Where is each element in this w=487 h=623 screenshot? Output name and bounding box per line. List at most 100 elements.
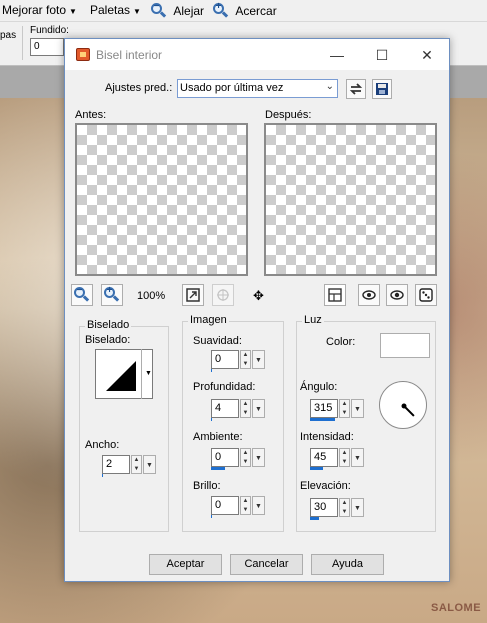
angle-level-bar <box>310 418 335 421</box>
shine-level-bar <box>211 515 212 518</box>
angle-field[interactable]: 315 <box>310 399 338 418</box>
arrows-icon <box>349 83 363 95</box>
shine-label: Brillo: <box>193 480 221 492</box>
zoom-in-icon: + <box>213 1 229 18</box>
fundido-label: Fundido: <box>30 25 69 36</box>
image-watermark: SALOME <box>431 602 482 614</box>
elevation-slider-toggle[interactable]: ▼ <box>351 498 364 517</box>
move-icon[interactable]: ✥ <box>253 288 264 304</box>
before-preview[interactable] <box>75 123 248 276</box>
angle-spin-buttons[interactable]: ▲ ▼ <box>339 399 350 418</box>
angle-slider-toggle[interactable]: ▼ <box>351 399 364 418</box>
menu-paletas[interactable]: Paletas ▼ <box>90 3 141 17</box>
save-preset-button[interactable] <box>372 79 392 99</box>
bevel-dropdown-arrow[interactable]: ▼ <box>141 349 155 399</box>
elevation-level-bar <box>310 517 319 520</box>
smoothness-label: Suavidad: <box>193 335 242 347</box>
smoothness-spin-buttons[interactable]: ▲ ▼ <box>240 350 251 369</box>
fit-preview-button[interactable] <box>182 284 204 306</box>
dialog-titlebar[interactable]: Bisel interior — ☐ ✕ <box>65 39 449 70</box>
menu-mejorar-foto[interactable]: Mejorar foto ▼ <box>2 3 77 17</box>
depth-slider-toggle[interactable]: ▼ <box>252 399 265 418</box>
menu-alejar-label: Alejar <box>173 4 205 18</box>
intensity-slider-toggle[interactable]: ▼ <box>351 448 364 467</box>
close-button[interactable]: ✕ <box>417 45 437 65</box>
cancel-button[interactable]: Cancelar <box>230 554 303 575</box>
app-icon <box>76 48 90 61</box>
save-icon <box>376 83 388 95</box>
fundido-value: 0 <box>34 41 40 52</box>
menu-acercar[interactable]: + Acercar <box>213 1 277 18</box>
after-label: Después: <box>265 109 312 121</box>
menu-alejar[interactable]: − Alejar <box>151 1 205 18</box>
preview-toggle-button[interactable] <box>324 284 346 306</box>
menu-acercar-label: Acercar <box>235 4 277 18</box>
zoom-out-icon: − <box>74 285 90 302</box>
before-label: Antes: <box>75 109 107 121</box>
intensity-field[interactable]: 45 <box>310 448 338 467</box>
zoom-out-button[interactable]: − <box>71 284 93 306</box>
ok-button[interactable]: Aceptar <box>149 554 222 575</box>
crosshair-circle-icon <box>217 289 229 301</box>
depth-spin-buttons[interactable]: ▲ ▼ <box>240 399 251 418</box>
ambient-label: Ambiente: <box>193 431 243 443</box>
angle-dial[interactable] <box>379 381 427 429</box>
angle-label: Ángulo: <box>300 381 338 393</box>
toolbar-partial-label: pas <box>0 30 17 41</box>
shine-slider-toggle[interactable]: ▼ <box>252 496 265 515</box>
width-field[interactable]: 2 <box>102 455 130 474</box>
menu-bar: Mejorar foto ▼ Paletas ▼ − Alejar + Acerca… <box>0 0 487 22</box>
intensity-label: Intensidad: <box>300 431 354 443</box>
depth-field[interactable]: 4 <box>211 399 239 418</box>
smoothness-level-bar <box>211 369 212 372</box>
help-button[interactable]: Ayuda <box>311 554 384 575</box>
image-group-title: Imagen <box>188 314 229 326</box>
elevation-spin-buttons[interactable]: ▲ ▼ <box>339 498 350 517</box>
zoom-level: 100% <box>137 290 166 302</box>
menu-paletas-label: Paletas <box>90 3 131 17</box>
menu-mejorar-foto-label: Mejorar foto <box>2 3 67 17</box>
chevron-down-icon: ⌄ <box>325 81 334 92</box>
randomize-button[interactable] <box>415 284 437 306</box>
caret-down-icon: ▼ <box>69 7 77 16</box>
depth-level-bar <box>211 418 212 421</box>
width-level-bar <box>102 474 103 477</box>
zoom-in-icon: + <box>104 285 120 302</box>
layout-icon <box>328 288 342 302</box>
after-preview <box>264 123 437 276</box>
minimize-button[interactable]: — <box>327 45 347 65</box>
preview-on-image-button[interactable] <box>358 284 380 306</box>
presets-value: Usado por última vez <box>180 82 284 94</box>
ambient-spin-buttons[interactable]: ▲ ▼ <box>240 448 251 467</box>
elevation-field[interactable]: 30 <box>310 498 338 517</box>
fundido-input[interactable]: 0 <box>30 38 64 56</box>
width-slider-toggle[interactable]: ▼ <box>143 455 156 474</box>
intensity-spin-buttons[interactable]: ▲ ▼ <box>339 448 350 467</box>
elevation-label: Elevación: <box>300 480 351 492</box>
smoothness-slider-toggle[interactable]: ▼ <box>252 350 265 369</box>
light-group-title: Luz <box>302 314 324 326</box>
bevel-group-title: Biselado <box>85 319 132 331</box>
width-spin-buttons[interactable]: ▲ ▼ <box>131 455 142 474</box>
navigate-button[interactable] <box>212 284 234 306</box>
resize-icon <box>186 288 200 302</box>
reset-preset-button[interactable] <box>346 79 366 99</box>
zoom-in-button[interactable]: + <box>101 284 123 306</box>
smoothness-field[interactable]: 0 <box>211 350 239 369</box>
eye-lock-icon <box>362 290 376 300</box>
shine-spin-buttons[interactable]: ▲ ▼ <box>240 496 251 515</box>
angle-dial-needle <box>401 403 415 417</box>
proof-button[interactable] <box>386 284 408 306</box>
shine-field[interactable]: 0 <box>211 496 239 515</box>
light-color-swatch[interactable] <box>380 333 430 358</box>
ambient-field[interactable]: 0 <box>211 448 239 467</box>
ambient-slider-toggle[interactable]: ▼ <box>252 448 265 467</box>
presets-label: Ajustes pred.: <box>105 82 173 94</box>
inner-bevel-dialog: Bisel interior — ☐ ✕ Ajustes pred.: Usad… <box>64 38 450 582</box>
toolbar-separator <box>22 26 23 60</box>
bevel-label: Biselado: <box>85 334 131 346</box>
dice-icon <box>419 288 433 302</box>
presets-dropdown[interactable]: Usado por última vez ⌄ <box>177 79 338 98</box>
caret-down-icon: ▼ <box>133 7 141 16</box>
maximize-button[interactable]: ☐ <box>372 45 392 65</box>
